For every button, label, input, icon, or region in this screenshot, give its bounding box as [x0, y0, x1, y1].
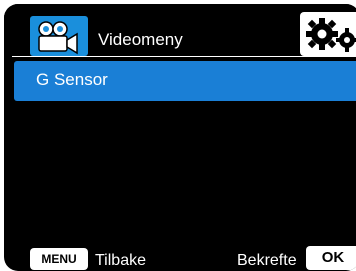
camcorder-icon: [38, 21, 78, 55]
page-title: Videomeny: [98, 30, 183, 49]
settings-tab[interactable]: [300, 12, 356, 56]
menu-key-button[interactable]: MENU: [30, 248, 88, 270]
video-menu-tab[interactable]: [30, 16, 88, 56]
menu-item-label: G Sensor: [36, 70, 108, 89]
header-divider: [12, 56, 356, 57]
confirm-label: Bekrefte: [237, 252, 297, 269]
menu-header: Videomeny: [4, 4, 356, 56]
ok-key-button[interactable]: OK: [306, 246, 356, 270]
camera-screen: Videomeny G Sensor MENU Tilbake Bekrefte…: [4, 4, 356, 271]
back-label: Tilbake: [95, 252, 146, 269]
gears-icon: [306, 18, 356, 52]
